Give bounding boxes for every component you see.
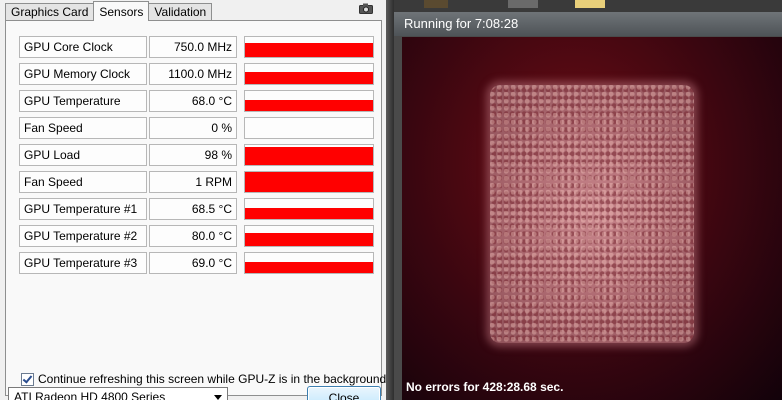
refresh-label: Continue refreshing this screen while GP…: [38, 372, 386, 386]
tab-bar: Graphics Card Sensors Validation: [5, 1, 213, 21]
sensor-row: GPU Load 98 %: [19, 144, 380, 166]
sensor-row: Fan Speed 0 %: [19, 117, 380, 139]
sensor-row: GPU Temperature #2 80.0 °C: [19, 225, 380, 247]
chevron-down-icon: [214, 395, 222, 400]
camera-icon[interactable]: [359, 3, 373, 14]
close-button[interactable]: Close: [307, 386, 381, 400]
sensor-value: 0 %: [149, 117, 237, 139]
sensor-graph-bar: [245, 43, 373, 57]
gpu-select-dropdown[interactable]: ATI Radeon HD 4800 Series: [8, 387, 228, 400]
sensor-graph: [244, 252, 374, 274]
desktop-background: [386, 0, 394, 400]
sensors-panel: GPU Core Clock 750.0 MHz GPU Memory Clock 1…: [5, 20, 386, 396]
sensor-value: 1100.0 MHz: [149, 63, 237, 85]
sensor-graph-bar: [245, 233, 373, 246]
sensor-graph: [244, 144, 374, 166]
furmark-render-canvas: No errors for 428:28.68 sec.: [402, 37, 782, 400]
sensor-graph-bar: [245, 172, 373, 192]
sensor-label[interactable]: GPU Load: [19, 144, 147, 166]
tab-validation[interactable]: Validation: [148, 3, 213, 21]
sensor-label[interactable]: GPU Temperature: [19, 90, 147, 112]
sensor-graph-bar: [245, 72, 373, 84]
sensor-graph: [244, 198, 374, 220]
sensor-value: 1 RPM: [149, 171, 237, 193]
refresh-option[interactable]: Continue refreshing this screen while GP…: [21, 372, 386, 386]
sensor-value: 750.0 MHz: [149, 36, 237, 58]
tab-sensors[interactable]: Sensors: [93, 1, 150, 21]
fur-donut-render: [490, 85, 694, 343]
sensor-row: GPU Memory Clock 1100.0 MHz: [19, 63, 380, 85]
tab-graphics-card[interactable]: Graphics Card: [5, 3, 95, 21]
sensor-row: GPU Temperature 68.0 °C: [19, 90, 380, 112]
sensor-graph-bar: [245, 147, 373, 165]
furmark-window: Running for 7:08:28 No errors for 428:28…: [394, 12, 782, 400]
furmark-titlebar[interactable]: Running for 7:08:28: [394, 12, 782, 36]
gpu-select-value: ATI Radeon HD 4800 Series: [14, 390, 166, 400]
sensor-graph-bar: [245, 100, 373, 111]
sensor-value: 98 %: [149, 144, 237, 166]
desktop-icon[interactable]: [424, 0, 448, 8]
folder-icon[interactable]: [575, 0, 605, 8]
desktop-icon[interactable]: [508, 0, 538, 8]
sensor-label[interactable]: Fan Speed: [19, 117, 147, 139]
sensor-value: 80.0 °C: [149, 225, 237, 247]
sensor-graph: [244, 36, 374, 58]
sensor-graph: [244, 225, 374, 247]
sensor-row: GPU Temperature #3 69.0 °C: [19, 252, 380, 274]
sensor-graph: [244, 171, 374, 193]
sensor-label[interactable]: GPU Temperature #2: [19, 225, 147, 247]
sensor-graph: [244, 117, 374, 139]
sensor-label[interactable]: GPU Core Clock: [19, 36, 147, 58]
sensor-row: GPU Core Clock 750.0 MHz: [19, 36, 380, 58]
sensor-value: 69.0 °C: [149, 252, 237, 274]
sensor-label[interactable]: Fan Speed: [19, 171, 147, 193]
sensor-row: GPU Temperature #1 68.5 °C: [19, 198, 380, 220]
sensor-graph-bar: [245, 208, 373, 219]
sensor-graph: [244, 90, 374, 112]
sensor-value: 68.5 °C: [149, 198, 237, 220]
sensor-graph: [244, 63, 374, 85]
sensor-graph-bar: [245, 262, 373, 273]
furmark-title: Running for 7:08:28: [404, 16, 519, 31]
sensor-label[interactable]: GPU Temperature #1: [19, 198, 147, 220]
sensor-label[interactable]: GPU Memory Clock: [19, 63, 147, 85]
gpuz-window: Graphics Card Sensors Validation GPU Cor…: [0, 0, 386, 400]
furmark-status-text: No errors for 428:28.68 sec.: [406, 380, 564, 394]
sensor-value: 68.0 °C: [149, 90, 237, 112]
sensor-row: Fan Speed 1 RPM: [19, 171, 380, 193]
sensor-label[interactable]: GPU Temperature #3: [19, 252, 147, 274]
refresh-checkbox[interactable]: [21, 372, 34, 386]
